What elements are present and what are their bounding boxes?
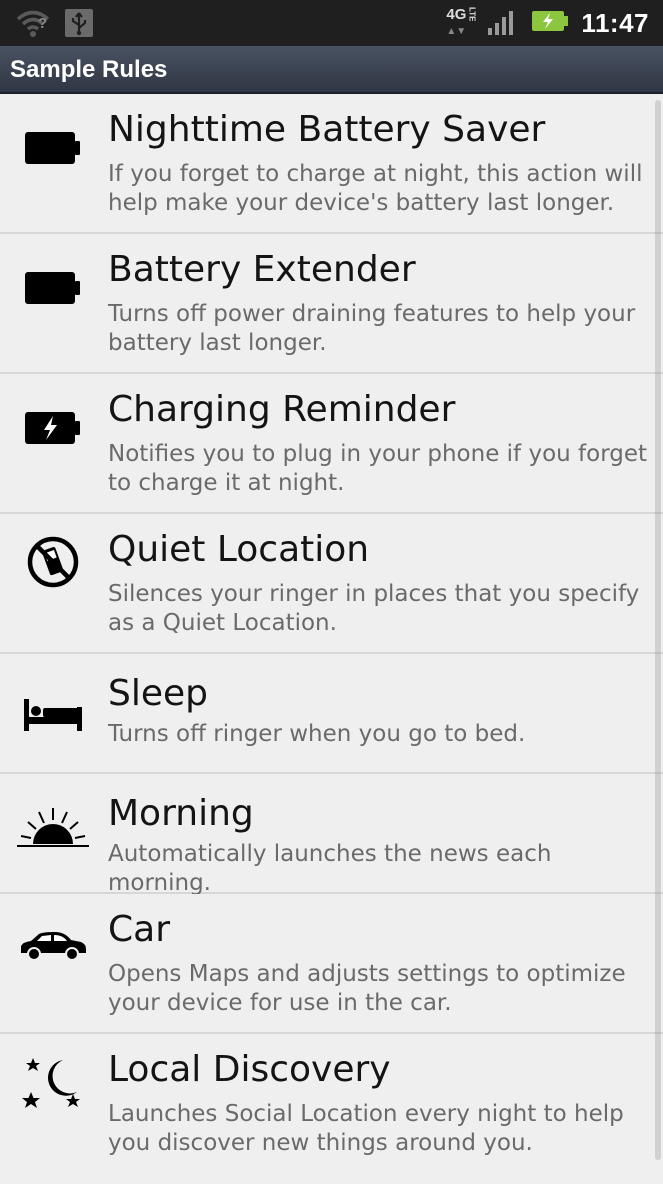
battery-charging-status-icon (531, 9, 569, 37)
rule-title: Car (108, 909, 170, 950)
rule-description: Launches Social Location every night to … (108, 1101, 624, 1156)
battery-icon (14, 256, 92, 320)
bed-icon (14, 682, 92, 746)
scrollbar[interactable] (655, 100, 661, 1160)
rule-description: If you forget to charge at night, this a… (108, 161, 643, 216)
signal-strength-icon (487, 6, 519, 40)
rule-description: Turns off ringer when you go to bed. (108, 721, 526, 747)
rules-list: Nighttime Battery Saver If you forget to… (0, 94, 663, 1184)
no-phone-icon (14, 530, 92, 594)
rule-description: Silences your ringer in places that you … (108, 581, 640, 636)
rule-title: Charging Reminder (108, 389, 456, 430)
rule-item-battery-extender[interactable]: Battery Extender Turns off power drainin… (0, 234, 663, 374)
rule-description: Automatically launches the news each mor… (108, 841, 552, 896)
battery-icon (14, 116, 92, 180)
rule-title: Nighttime Battery Saver (108, 109, 546, 150)
battery-charging-icon (14, 396, 92, 460)
status-bar: ? 4G ▲▼ LTE 11:47 (0, 0, 663, 46)
rule-item-local-discovery[interactable]: Local Discovery Launches Social Location… (0, 1034, 663, 1184)
rule-title: Local Discovery (108, 1049, 391, 1090)
clock: 11:47 (581, 7, 649, 38)
rule-title: Quiet Location (108, 529, 370, 570)
rule-item-charging-reminder[interactable]: Charging Reminder Notifies you to plug i… (0, 374, 663, 514)
moon-stars-icon (14, 1052, 92, 1116)
rule-description: Opens Maps and adjusts settings to optim… (108, 961, 626, 1016)
rule-item-car[interactable]: Car Opens Maps and adjusts settings to o… (0, 894, 663, 1034)
car-icon (14, 914, 92, 978)
rule-item-nighttime-battery-saver[interactable]: Nighttime Battery Saver If you forget to… (0, 94, 663, 234)
rule-title: Morning (108, 793, 254, 834)
rule-title: Battery Extender (108, 249, 416, 290)
rule-item-sleep[interactable]: Sleep Turns off ringer when you go to be… (0, 654, 663, 774)
sunrise-icon (14, 796, 92, 860)
svg-text:?: ? (38, 15, 47, 32)
network-type-label: 4G ▲▼ LTE (446, 6, 477, 37)
rule-title: Sleep (108, 673, 209, 714)
wifi-icon: ? (16, 8, 50, 42)
usb-icon (64, 8, 94, 42)
rule-description: Notifies you to plug in your phone if yo… (108, 441, 648, 496)
rule-item-morning[interactable]: Morning Automatically launches the news … (0, 774, 663, 896)
rule-item-quiet-location[interactable]: Quiet Location Silences your ringer in p… (0, 514, 663, 654)
title-bar: Sample Rules (0, 46, 663, 94)
rule-description: Turns off power draining features to hel… (108, 301, 636, 356)
page-title: Sample Rules (10, 56, 168, 83)
